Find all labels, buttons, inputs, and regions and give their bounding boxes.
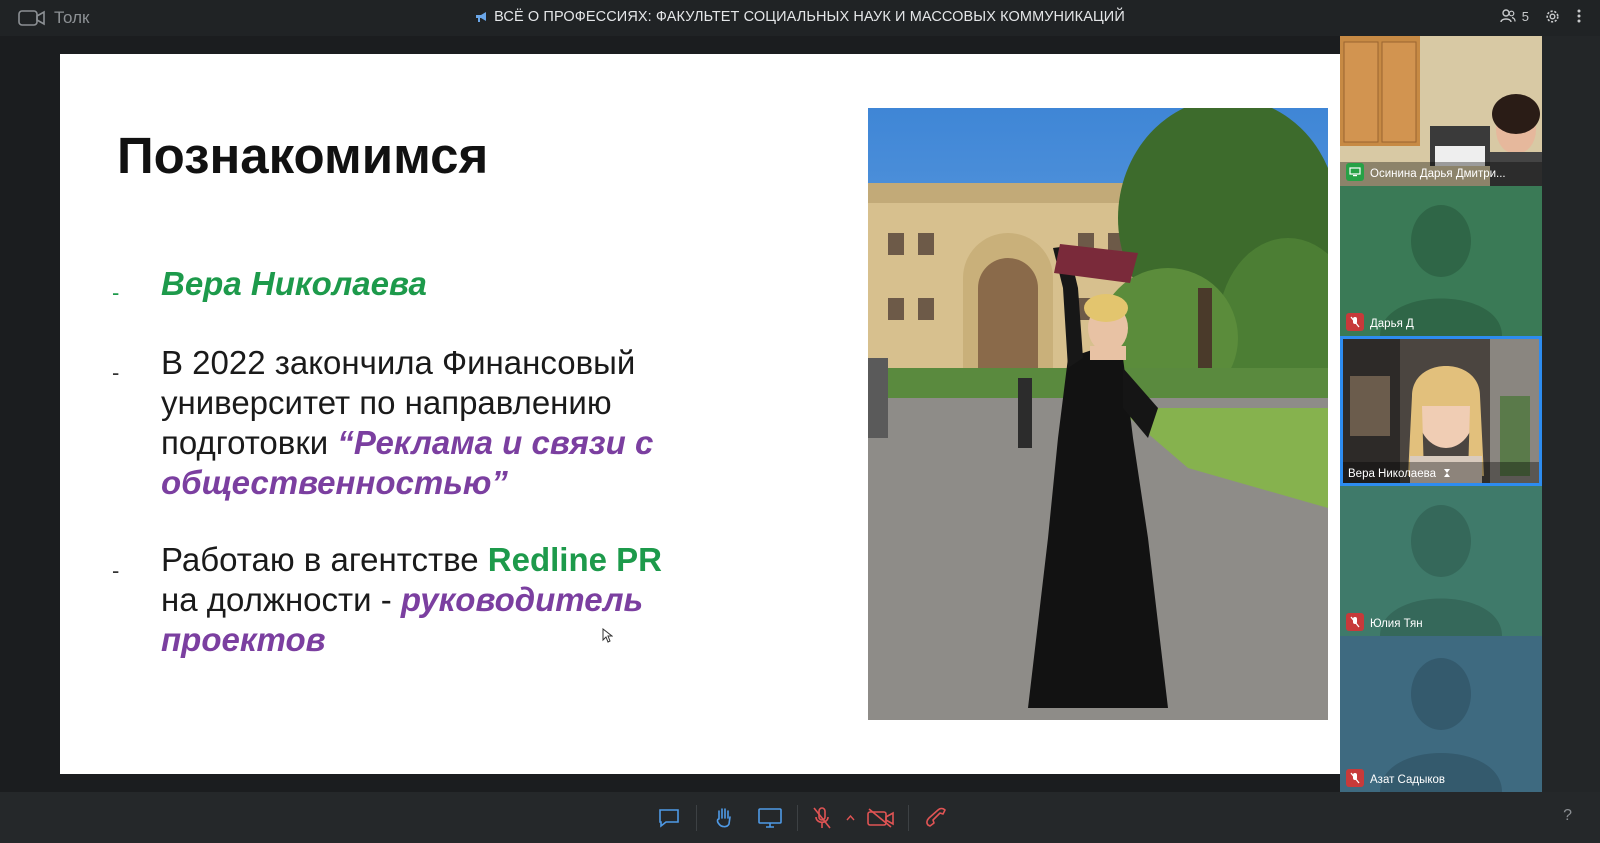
participant-tile[interactable]: Дарья Д bbox=[1340, 186, 1542, 336]
job-title-part-1: руководитель bbox=[400, 581, 644, 618]
participant-tile[interactable]: Осинина Дарья Дмитри... bbox=[1340, 36, 1542, 186]
mic-off-icon bbox=[1350, 772, 1360, 784]
work-line-1: Работаю в агентстве bbox=[161, 541, 488, 578]
avatar-placeholder bbox=[1340, 486, 1542, 636]
participant-tile[interactable]: Юлия Тян bbox=[1340, 486, 1542, 636]
more-vertical-icon[interactable] bbox=[1576, 8, 1582, 24]
bullet-marker: - bbox=[112, 558, 120, 583]
participant-name: Азат Садыков bbox=[1370, 774, 1446, 786]
screen-share-indicator bbox=[1346, 163, 1364, 181]
chevron-up-icon bbox=[845, 815, 855, 821]
participants-sidebar: Осинина Дарья Дмитри... Дарья Д Вера Ник… bbox=[1340, 36, 1542, 792]
mic-off-icon bbox=[1350, 616, 1360, 628]
job-title-part-2: проектов bbox=[161, 621, 326, 658]
education-line-3: подготовки bbox=[161, 424, 338, 461]
slide-bullet-name: Вера Николаева bbox=[161, 264, 427, 304]
help-button[interactable]: ? bbox=[1563, 807, 1572, 825]
education-line-1: В 2022 закончила Финансовый bbox=[161, 344, 636, 381]
meeting-title: ВСЁ О ПРОФЕССИЯХ: ФАКУЛЬТЕТ СОЦИАЛЬНЫХ Н… bbox=[0, 9, 1600, 25]
divider bbox=[908, 805, 909, 831]
slide-bullet-education: В 2022 закончила Финансовый университет … bbox=[161, 343, 653, 503]
divider bbox=[696, 805, 697, 831]
leave-call-button[interactable] bbox=[913, 804, 959, 832]
screen-share-icon bbox=[1349, 167, 1361, 177]
meeting-title-text: ВСЁ О ПРОФЕССИЯХ: ФАКУЛЬТЕТ СОЦИАЛЬНЫХ Н… bbox=[494, 9, 1125, 25]
mic-off-icon bbox=[1350, 316, 1360, 328]
camera-off-icon bbox=[867, 808, 894, 828]
mic-options-button[interactable] bbox=[842, 804, 858, 832]
avatar-placeholder bbox=[1340, 186, 1542, 336]
mic-muted-indicator bbox=[1346, 313, 1364, 331]
top-bar: Толк ВСЁ О ПРОФЕССИЯХ: ФАКУЛЬТЕТ СОЦИАЛЬ… bbox=[0, 0, 1600, 36]
participant-tile-active[interactable]: Вера Николаева bbox=[1340, 336, 1542, 486]
divider bbox=[797, 805, 798, 831]
participants-button[interactable]: 5 bbox=[1500, 9, 1529, 24]
hourglass-icon bbox=[1444, 469, 1451, 477]
megaphone-icon bbox=[476, 12, 487, 22]
participants-icon bbox=[1500, 9, 1516, 23]
participant-name-text: Вера Николаева bbox=[1348, 468, 1436, 480]
slide-photo bbox=[868, 108, 1328, 720]
agency-name: Redline PR bbox=[487, 541, 662, 578]
bullet-marker: - bbox=[112, 280, 120, 305]
slide-title: Познакомимся bbox=[117, 127, 489, 184]
participant-video bbox=[1340, 336, 1542, 486]
participant-name: Осинина Дарья Дмитри... bbox=[1370, 168, 1506, 180]
camera-toggle[interactable] bbox=[858, 804, 904, 832]
mouse-cursor-icon bbox=[602, 628, 613, 643]
bullet-marker: - bbox=[112, 360, 120, 385]
hand-icon bbox=[716, 808, 731, 828]
mic-off-icon bbox=[813, 807, 831, 829]
chat-icon bbox=[659, 809, 679, 828]
participant-tile[interactable]: Азат Садыков bbox=[1340, 636, 1542, 792]
participants-count: 5 bbox=[1521, 8, 1529, 24]
screen-share-button[interactable] bbox=[747, 804, 793, 832]
monitor-icon bbox=[758, 808, 782, 828]
participant-name: Юлия Тян bbox=[1370, 618, 1423, 630]
participant-video bbox=[1340, 36, 1542, 186]
participant-name: Дарья Д bbox=[1370, 318, 1414, 330]
hang-up-icon bbox=[926, 807, 946, 827]
work-line-2: на должности - bbox=[161, 581, 401, 618]
presentation-slide: Познакомимся - Вера Николаева - В 2022 з… bbox=[60, 54, 1340, 774]
slide-bullet-work: Работаю в агентстве Redline PR на должно… bbox=[161, 540, 662, 660]
avatar-placeholder bbox=[1340, 636, 1542, 792]
degree-name-part-2: общественностью” bbox=[161, 464, 508, 501]
gear-icon[interactable] bbox=[1545, 9, 1560, 24]
microphone-toggle[interactable] bbox=[802, 804, 842, 832]
degree-name-part-1: “Реклама и связи с bbox=[337, 424, 654, 461]
speaker-name: Вера Николаева bbox=[161, 265, 427, 302]
screen-share-stage: Познакомимся - Вера Николаева - В 2022 з… bbox=[0, 36, 1340, 792]
participant-name: Вера Николаева bbox=[1348, 468, 1451, 480]
mic-muted-indicator bbox=[1346, 769, 1364, 787]
raise-hand-button[interactable] bbox=[701, 804, 747, 832]
mic-muted-indicator bbox=[1346, 613, 1364, 631]
call-controls-bar: ? bbox=[0, 792, 1600, 843]
chat-button[interactable] bbox=[646, 804, 692, 832]
education-line-2: университет по направлению bbox=[161, 384, 612, 421]
